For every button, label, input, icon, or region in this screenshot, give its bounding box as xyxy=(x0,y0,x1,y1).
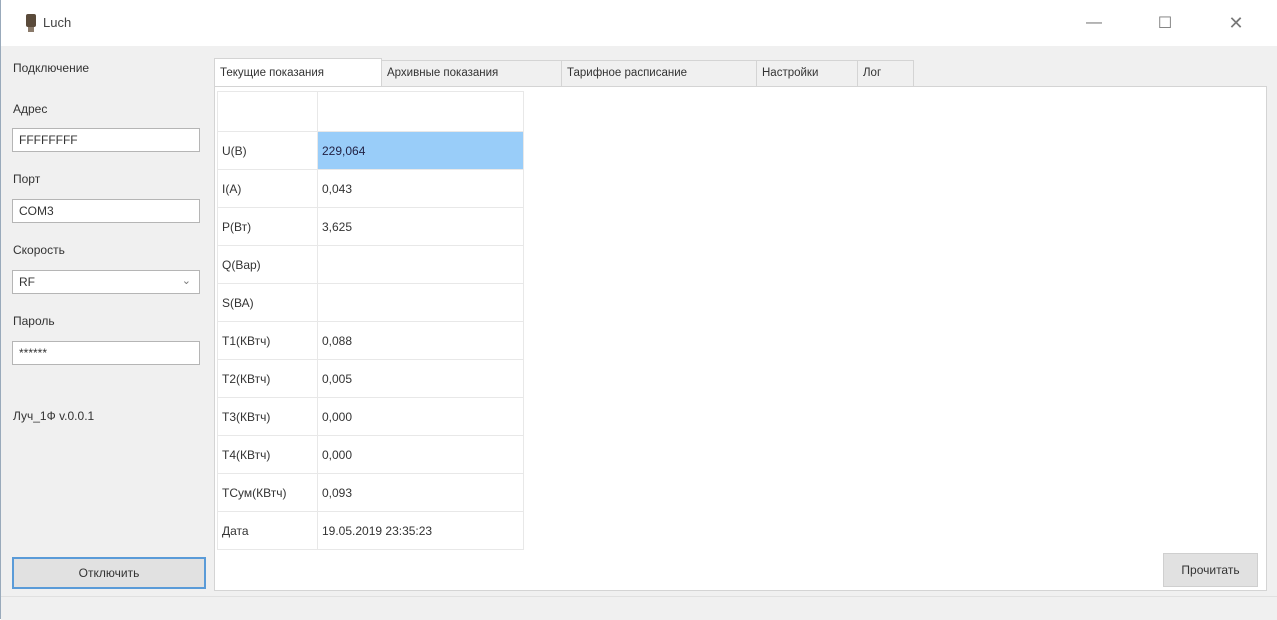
table-row[interactable]: T1(КВтч) 0,088 xyxy=(217,321,524,360)
table-row[interactable]: T2(КВтч) 0,005 xyxy=(217,359,524,398)
title-bar[interactable]: Luch — ☐ ✕ xyxy=(1,0,1277,46)
read-button[interactable]: Прочитать xyxy=(1163,553,1258,587)
tab-bar: Текущие показания Архивные показания Тар… xyxy=(214,58,914,86)
reading-name: Дата xyxy=(217,511,318,550)
table-row[interactable]: T3(КВтч) 0,000 xyxy=(217,397,524,436)
tab-settings[interactable]: Настройки xyxy=(756,60,858,86)
table-row[interactable]: TСум(КВтч) 0,093 xyxy=(217,473,524,512)
table-row[interactable]: P(Вт) 3,625 xyxy=(217,207,524,246)
address-input[interactable]: FFFFFFFF xyxy=(12,128,200,152)
tab-archive-readings[interactable]: Архивные показания xyxy=(381,60,562,86)
speed-label: Скорость xyxy=(13,243,65,257)
maximize-button[interactable]: ☐ xyxy=(1142,8,1188,38)
tab-current-readings[interactable]: Текущие показания xyxy=(214,58,382,86)
table-row[interactable]: Q(Вар) xyxy=(217,245,524,284)
table-row[interactable]: I(А) 0,043 xyxy=(217,169,524,208)
reading-value[interactable]: 3,625 xyxy=(317,207,524,246)
password-label: Пароль xyxy=(13,314,55,328)
reading-name: P(Вт) xyxy=(217,207,318,246)
reading-value[interactable] xyxy=(317,245,524,284)
current-readings-panel: U(В) 229,064 I(А) 0,043 P(Вт) 3,625 Q(Ва… xyxy=(214,86,1267,591)
connection-group-label: Подключение xyxy=(13,61,90,75)
reading-value[interactable]: 229,064 xyxy=(317,131,524,170)
reading-value[interactable]: 0,005 xyxy=(317,359,524,398)
reading-name: S(ВА) xyxy=(217,283,318,322)
reading-name: T2(КВтч) xyxy=(217,359,318,398)
tab-log[interactable]: Лог xyxy=(857,60,914,86)
table-row[interactable]: T4(КВтч) 0,000 xyxy=(217,435,524,474)
port-label: Порт xyxy=(13,172,41,186)
reading-name: U(В) xyxy=(217,131,318,170)
minimize-button[interactable]: — xyxy=(1071,8,1117,38)
reading-value[interactable]: 0,043 xyxy=(317,169,524,208)
table-row[interactable]: Дата 19.05.2019 23:35:23 xyxy=(217,511,524,550)
status-bar xyxy=(1,596,1277,620)
reading-value[interactable]: 0,000 xyxy=(317,397,524,436)
reading-value[interactable]: 0,093 xyxy=(317,473,524,512)
reading-name: T1(КВтч) xyxy=(217,321,318,360)
port-input[interactable]: COM3 xyxy=(12,199,200,223)
reading-name: T3(КВтч) xyxy=(217,397,318,436)
tab-tariff-schedule[interactable]: Тарифное расписание xyxy=(561,60,757,86)
table-row[interactable]: S(ВА) xyxy=(217,283,524,322)
app-window: Luch — ☐ ✕ Подключение Адрес FFFFFFFF По… xyxy=(0,0,1277,620)
reading-name: Q(Вар) xyxy=(217,245,318,284)
reading-name: TСум(КВтч) xyxy=(217,473,318,512)
disconnect-button[interactable]: Отключить xyxy=(12,557,206,589)
reading-value[interactable]: 0,088 xyxy=(317,321,524,360)
table-header-row xyxy=(217,91,524,132)
speed-select-value: RF xyxy=(19,275,35,289)
table-row[interactable]: U(В) 229,064 xyxy=(217,131,524,170)
version-label: Луч_1Ф v.0.0.1 xyxy=(13,409,95,423)
connection-panel: Подключение Адрес FFFFFFFF Порт COM3 Ско… xyxy=(1,46,209,594)
readings-table[interactable]: U(В) 229,064 I(А) 0,043 P(Вт) 3,625 Q(Ва… xyxy=(217,91,524,550)
header-cell xyxy=(217,91,318,132)
reading-value[interactable]: 19.05.2019 23:35:23 xyxy=(317,511,524,550)
address-label: Адрес xyxy=(13,102,48,116)
reading-name: I(А) xyxy=(217,169,318,208)
reading-name: T4(КВтч) xyxy=(217,435,318,474)
reading-value[interactable] xyxy=(317,283,524,322)
chevron-down-icon: ⌄ xyxy=(181,275,191,287)
window-title: Luch xyxy=(43,15,72,30)
password-input[interactable]: ****** xyxy=(12,341,200,365)
header-cell xyxy=(317,91,524,132)
reading-value[interactable]: 0,000 xyxy=(317,435,524,474)
close-button[interactable]: ✕ xyxy=(1213,8,1259,38)
app-icon xyxy=(26,14,36,32)
speed-select[interactable]: RF ⌄ xyxy=(12,270,200,294)
